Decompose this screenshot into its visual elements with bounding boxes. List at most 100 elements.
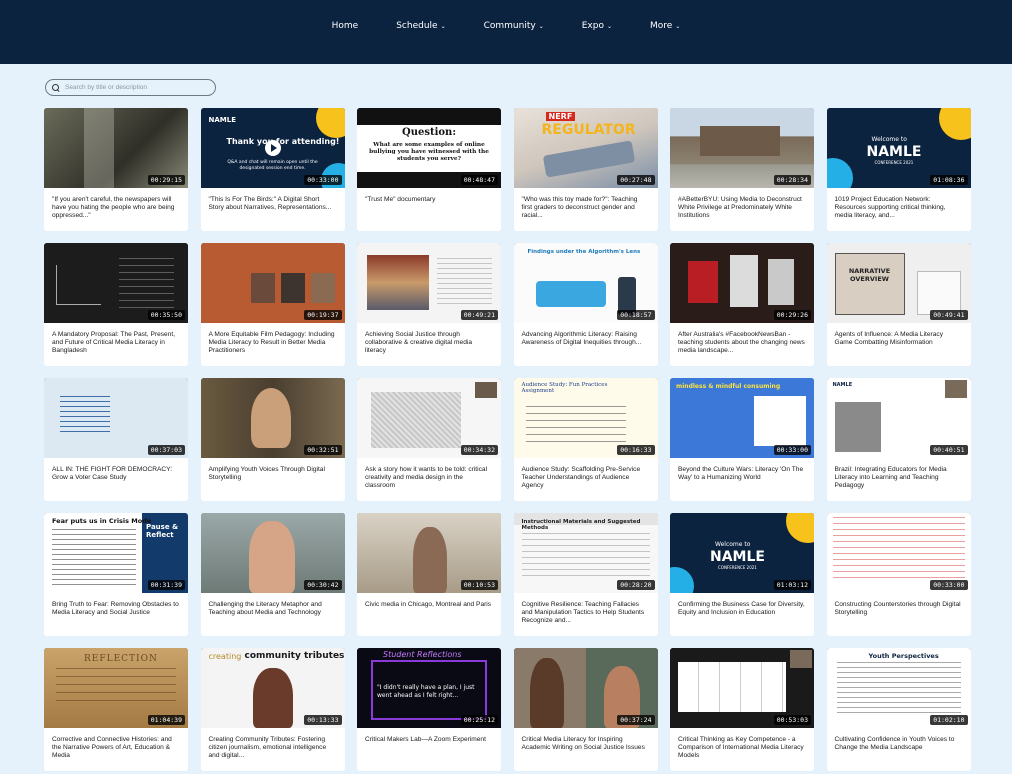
nav-home[interactable]: Home bbox=[313, 21, 378, 31]
video-card[interactable]: 00:29:15 "If you aren't careful, the new… bbox=[44, 108, 188, 231]
video-title[interactable]: A Mandatory Proposal: The Past, Present,… bbox=[44, 323, 188, 357]
video-title[interactable]: 1019 Project Education Network: Resource… bbox=[827, 188, 971, 222]
video-thumbnail[interactable]: NERF REGULATOR 00:27:48 bbox=[513, 108, 658, 188]
video-title[interactable]: Critical Media Literacy for Inspiring Ac… bbox=[514, 728, 658, 762]
nav-community[interactable]: Community ⌄ bbox=[465, 21, 563, 31]
video-title[interactable]: "This Is For The Birds:" A Digital Short… bbox=[201, 188, 345, 222]
video-thumbnail[interactable]: REFLECTION 01:04:39 bbox=[44, 648, 188, 728]
video-title[interactable]: Constructing Counterstories through Digi… bbox=[827, 593, 971, 627]
video-card[interactable]: Instructional Materials and Suggested Me… bbox=[513, 513, 658, 636]
video-card[interactable]: 00:34:32 Ask a story how it wants to be … bbox=[357, 378, 501, 501]
video-thumbnail[interactable]: 00:34:32 bbox=[357, 378, 501, 458]
video-thumbnail[interactable]: creating community tributes 00:13:33 bbox=[200, 648, 345, 728]
video-card[interactable]: Question: What are some examples of onli… bbox=[357, 108, 501, 231]
video-title[interactable]: Confirming the Business Case for Diversi… bbox=[670, 593, 814, 627]
video-card[interactable]: 00:37:03 ALL IN: THE FIGHT FOR DEMOCRACY… bbox=[44, 378, 188, 501]
video-title[interactable]: "If you aren't careful, the newspapers w… bbox=[44, 188, 188, 222]
video-thumbnail[interactable]: 00:37:03 bbox=[44, 378, 188, 458]
duration-badge: 00:19:37 bbox=[304, 310, 342, 320]
video-card[interactable]: NAMLE 00:40:51 Brazil: Integrating Educa… bbox=[826, 378, 971, 501]
video-thumbnail[interactable]: Welcome to NAMLE CONFERENCE 2021 01:03:1… bbox=[670, 513, 814, 593]
video-thumbnail[interactable]: 00:29:26 bbox=[670, 243, 814, 323]
video-thumbnail[interactable]: Question: What are some examples of onli… bbox=[357, 108, 501, 188]
video-card[interactable]: Youth Perspectives 01:02:10 Cultivating … bbox=[826, 648, 971, 771]
video-thumbnail[interactable]: Audience Study: Fun Practices Assignment… bbox=[513, 378, 658, 458]
video-thumbnail[interactable]: 00:19:37 bbox=[200, 243, 345, 323]
video-card[interactable]: REFLECTION 01:04:39 Corrective and Conne… bbox=[44, 648, 188, 771]
video-title[interactable]: "Who was this toy made for?": Teaching f… bbox=[514, 188, 658, 222]
video-title[interactable]: Audience Study: Scaffolding Pre-Service … bbox=[514, 458, 658, 492]
video-card[interactable]: Welcome to NAMLE CONFERENCE 2021 01:08:3… bbox=[826, 108, 971, 231]
video-title[interactable]: Cultivating Confidence in Youth Voices t… bbox=[827, 728, 971, 762]
video-thumbnail[interactable]: 00:53:03 bbox=[670, 648, 814, 728]
video-card[interactable]: Audience Study: Fun Practices Assignment… bbox=[513, 378, 658, 501]
video-card[interactable]: Findings under the Algorithm's Lens 00:1… bbox=[513, 243, 658, 366]
video-thumbnail[interactable]: Findings under the Algorithm's Lens 00:1… bbox=[513, 243, 658, 323]
video-thumbnail[interactable]: NAMLE 00:40:51 bbox=[826, 378, 971, 458]
video-title[interactable]: Corrective and Connective Histories: and… bbox=[44, 728, 188, 762]
video-thumbnail[interactable]: Welcome to NAMLE CONFERENCE 2021 01:08:3… bbox=[826, 108, 971, 188]
video-thumbnail[interactable]: 00:35:50 bbox=[44, 243, 188, 323]
video-title[interactable]: After Australia's #FacebookNewsBan - tea… bbox=[670, 323, 814, 357]
nav-expo[interactable]: Expo ⌄ bbox=[563, 21, 631, 31]
video-thumbnail[interactable]: 00:29:15 bbox=[44, 108, 188, 188]
play-icon[interactable] bbox=[264, 140, 281, 156]
video-card[interactable]: NAMLE Thank you for attending! Q&A and c… bbox=[200, 108, 345, 231]
video-thumbnail[interactable]: 00:30:42 bbox=[200, 513, 345, 593]
video-card[interactable]: 00:19:37 A More Equitable Film Pedagogy:… bbox=[200, 243, 345, 366]
search-box[interactable] bbox=[45, 79, 216, 96]
video-card[interactable]: 00:30:42 Challenging the Literacy Metaph… bbox=[200, 513, 345, 636]
video-title[interactable]: Advancing Algorithmic Literacy: Raising … bbox=[514, 323, 658, 357]
video-thumbnail[interactable]: Fear puts us in Crisis Mode Pause & Refl… bbox=[44, 513, 188, 593]
video-title[interactable]: Cognitive Resilience: Teaching Fallacies… bbox=[514, 593, 658, 627]
video-card[interactable]: 00:33:00 Constructing Counterstories thr… bbox=[826, 513, 971, 636]
video-card[interactable]: 00:10:53 Civic media in Chicago, Montrea… bbox=[357, 513, 501, 636]
nav-schedule[interactable]: Schedule ⌄ bbox=[377, 21, 464, 31]
search-input[interactable] bbox=[65, 84, 205, 91]
video-thumbnail[interactable]: 00:37:24 bbox=[513, 648, 658, 728]
video-card[interactable]: 00:28:34 #ABetterBYU: Using Media to Dec… bbox=[670, 108, 814, 231]
video-thumbnail[interactable]: 00:10:53 bbox=[357, 513, 501, 593]
video-thumbnail[interactable]: Student Reflections "I didn't really hav… bbox=[357, 648, 501, 728]
video-title[interactable]: Amplifying Youth Voices Through Digital … bbox=[201, 458, 345, 492]
video-title[interactable]: ALL IN: THE FIGHT FOR DEMOCRACY: Grow a … bbox=[44, 458, 188, 492]
video-thumbnail[interactable]: 00:28:34 bbox=[670, 108, 814, 188]
video-card[interactable]: Welcome to NAMLE CONFERENCE 2021 01:03:1… bbox=[670, 513, 814, 636]
video-thumbnail[interactable]: Youth Perspectives 01:02:10 bbox=[826, 648, 971, 728]
video-title[interactable]: Brazil: Integrating Educators for Media … bbox=[827, 458, 971, 492]
video-thumbnail[interactable]: NARRATIVE OVERVIEW 00:49:41 bbox=[826, 243, 971, 323]
video-thumbnail[interactable]: 00:33:00 bbox=[826, 513, 971, 593]
duration-badge: 00:34:32 bbox=[460, 445, 498, 455]
nav-more[interactable]: More ⌄ bbox=[631, 21, 699, 31]
video-thumbnail[interactable]: 00:32:51 bbox=[200, 378, 345, 458]
video-title[interactable]: Agents of Influence: A Media Literacy Ga… bbox=[827, 323, 971, 357]
video-card[interactable]: 00:35:50 A Mandatory Proposal: The Past,… bbox=[44, 243, 188, 366]
video-card[interactable]: 00:53:03 Critical Thinking as Key Compet… bbox=[670, 648, 814, 771]
video-thumbnail[interactable]: 00:49:21 bbox=[357, 243, 501, 323]
video-title[interactable]: Beyond the Culture Wars: Literacy 'On Th… bbox=[670, 458, 814, 492]
video-title[interactable]: Ask a story how it wants to be told: cri… bbox=[357, 458, 501, 492]
video-card[interactable]: creating community tributes 00:13:33 Cre… bbox=[200, 648, 345, 771]
video-card[interactable]: 00:29:26 After Australia's #FacebookNews… bbox=[670, 243, 814, 366]
video-title[interactable]: A More Equitable Film Pedagogy: Includin… bbox=[201, 323, 345, 357]
video-card[interactable]: 00:32:51 Amplifying Youth Voices Through… bbox=[200, 378, 345, 501]
video-thumbnail[interactable]: Instructional Materials and Suggested Me… bbox=[513, 513, 658, 593]
video-title[interactable]: "Trust Me" documentary bbox=[357, 188, 501, 222]
video-card[interactable]: NARRATIVE OVERVIEW 00:49:41 Agents of In… bbox=[826, 243, 971, 366]
video-card[interactable]: NERF REGULATOR 00:27:48 "Who was this to… bbox=[513, 108, 658, 231]
video-title[interactable]: Challenging the Literacy Metaphor and Te… bbox=[201, 593, 345, 627]
video-card[interactable]: 00:49:21 Achieving Social Justice throug… bbox=[357, 243, 501, 366]
video-title[interactable]: Bring Truth to Fear: Removing Obstacles … bbox=[44, 593, 188, 627]
video-title[interactable]: Critical Thinking as Key Competence - a … bbox=[670, 728, 814, 762]
video-card[interactable]: mindless & mindful consuming 00:33:00 Be… bbox=[670, 378, 814, 501]
video-title[interactable]: #ABetterBYU: Using Media to Deconstruct … bbox=[670, 188, 814, 222]
video-title[interactable]: Critical Makers Lab—A Zoom Experiment bbox=[357, 728, 501, 762]
video-thumbnail[interactable]: mindless & mindful consuming 00:33:00 bbox=[670, 378, 814, 458]
video-card[interactable]: 00:37:24 Critical Media Literacy for Ins… bbox=[513, 648, 658, 771]
video-title[interactable]: Creating Community Tributes: Fostering c… bbox=[201, 728, 345, 762]
video-card[interactable]: Fear puts us in Crisis Mode Pause & Refl… bbox=[44, 513, 188, 636]
video-thumbnail[interactable]: NAMLE Thank you for attending! Q&A and c… bbox=[200, 108, 345, 188]
video-title[interactable]: Achieving Social Justice through collabo… bbox=[357, 323, 501, 357]
video-card[interactable]: Student Reflections "I didn't really hav… bbox=[357, 648, 501, 771]
video-title[interactable]: Civic media in Chicago, Montreal and Par… bbox=[357, 593, 501, 627]
